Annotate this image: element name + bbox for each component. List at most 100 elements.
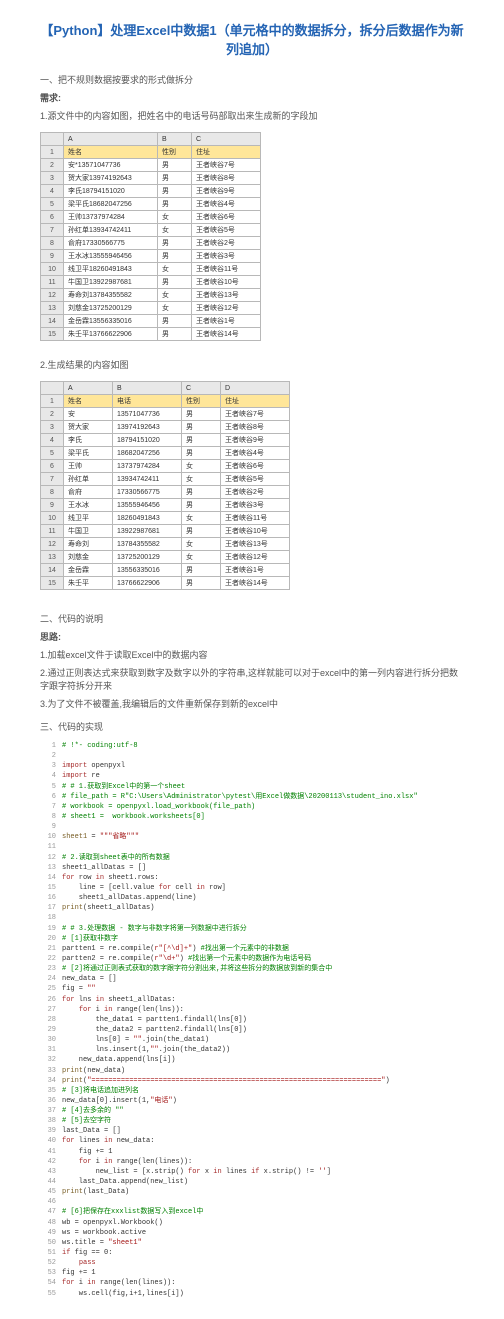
code-line: 17print(sheet1_allDatas) xyxy=(40,903,464,913)
code-line: 31 lns.insert(1,"".join(the_data2)) xyxy=(40,1045,464,1055)
table-cell: 王者峡谷7号 xyxy=(221,408,290,421)
code-line: 49ws = workbook.active xyxy=(40,1228,464,1238)
code-line: 43 new_list = [x.strip() for x in lines … xyxy=(40,1167,464,1177)
table-cell: 王者峡谷3号 xyxy=(192,250,261,263)
table-cell: 王水冰 xyxy=(64,499,113,512)
table-cell: 男 xyxy=(182,447,221,460)
code-line: 22partten2 = re.compile(r"\d+") #找出第一个元素… xyxy=(40,954,464,964)
req-p1: 1.源文件中的内容如图，把姓名中的电话号码部取出来生成新的字段加 xyxy=(40,109,464,122)
table-cell: 王者峡谷8号 xyxy=(221,421,290,434)
table-cell: 王水冰13555946456 xyxy=(64,250,158,263)
table-cell: 王者峡谷6号 xyxy=(192,211,261,224)
table-cell: 男 xyxy=(182,408,221,421)
row-number: 3 xyxy=(41,421,64,434)
code-line: 46 xyxy=(40,1197,464,1207)
table-cell: 王者峡谷4号 xyxy=(221,447,290,460)
table-cell: 王者峡谷9号 xyxy=(221,434,290,447)
table-cell: 孙红单13934742411 xyxy=(64,224,158,237)
table-cell: 性别 xyxy=(158,146,192,159)
row-number: 2 xyxy=(41,408,64,421)
table-header: A xyxy=(64,133,158,146)
table-cell: 女 xyxy=(158,263,192,276)
table-cell: 电话 xyxy=(113,395,182,408)
row-number: 5 xyxy=(41,198,64,211)
code-line: 25fig = "" xyxy=(40,984,464,994)
table-cell: 李氏 xyxy=(64,434,113,447)
table-cell: 13784355582 xyxy=(113,538,182,551)
table-cell: 13974192643 xyxy=(113,421,182,434)
row-number: 15 xyxy=(41,577,64,590)
row-number: 3 xyxy=(41,172,64,185)
table-cell: 男 xyxy=(158,237,192,250)
table-cell: 女 xyxy=(158,302,192,315)
table-cell: 男 xyxy=(158,328,192,341)
table-cell: 18682047256 xyxy=(113,447,182,460)
code-line: 28 the_data1 = partten1.findall(lns[0]) xyxy=(40,1015,464,1025)
table-cell: 王者峡谷12号 xyxy=(221,551,290,564)
table-cell: 13725200129 xyxy=(113,551,182,564)
table-cell: 13555946456 xyxy=(113,499,182,512)
row-number: 11 xyxy=(41,276,64,289)
row-number: 12 xyxy=(41,289,64,302)
table-cell: 女 xyxy=(182,538,221,551)
row-number: 5 xyxy=(41,447,64,460)
row-number: 2 xyxy=(41,159,64,172)
table-cell: 贺大家13974192643 xyxy=(64,172,158,185)
row-number: 10 xyxy=(41,512,64,525)
table-cell: 朱壬平 xyxy=(64,577,113,590)
code-line: 42 for i in range(len(lines)): xyxy=(40,1157,464,1167)
code-line: 13sheet1_allDatas = [] xyxy=(40,863,464,873)
code-line: 18 xyxy=(40,913,464,923)
table-cell: 住址 xyxy=(192,146,261,159)
code-line: 6# file_path = R"C:\Users\Administrator\… xyxy=(40,792,464,802)
table-cell: 王者峡谷1号 xyxy=(221,564,290,577)
code-line: 52 pass xyxy=(40,1258,464,1268)
table-cell: 男 xyxy=(158,250,192,263)
table-cell: 13934742411 xyxy=(113,473,182,486)
row-number: 4 xyxy=(41,434,64,447)
table-cell: 王者峡谷10号 xyxy=(221,525,290,538)
table-cell: 男 xyxy=(182,525,221,538)
table-cell: 王者峡谷12号 xyxy=(192,302,261,315)
table-cell: 王者峡谷9号 xyxy=(192,185,261,198)
section-1: 一、把不规则数据按要求的形式做拆分 xyxy=(40,73,464,86)
table-cell: 刘慈金13725200129 xyxy=(64,302,158,315)
row-number: 8 xyxy=(41,486,64,499)
code-line: 33print(new_data) xyxy=(40,1066,464,1076)
req-p2: 2.生成结果的内容如图 xyxy=(40,358,464,371)
table-cell: 王者峡谷4号 xyxy=(192,198,261,211)
idea-3: 3.为了文件不被覆盖,我编辑后的文件重新保存到新的excel中 xyxy=(40,697,464,710)
table-header: B xyxy=(158,133,192,146)
table-cell: 线卫平 xyxy=(64,512,113,525)
code-line: 1# !*- coding:utf-8 xyxy=(40,741,464,751)
table-cell: 13766622906 xyxy=(113,577,182,590)
table-cell: 线卫平18260491843 xyxy=(64,263,158,276)
idea-label: 思路: xyxy=(40,630,464,643)
table-cell: 王者峡谷6号 xyxy=(221,460,290,473)
table-cell: 男 xyxy=(182,564,221,577)
code-line: 11 xyxy=(40,842,464,852)
code-line: 50ws.title = "sheet1" xyxy=(40,1238,464,1248)
table-cell: 男 xyxy=(158,315,192,328)
code-line: 48wb = openpyxl.Workbook() xyxy=(40,1218,464,1228)
row-number: 13 xyxy=(41,302,64,315)
table-before: ABC1姓名性别住址2安*13571047736男王者峡谷7号3贺大家13974… xyxy=(40,132,261,341)
table-cell: 性别 xyxy=(182,395,221,408)
row-number: 1 xyxy=(41,395,64,408)
code-line: 2 xyxy=(40,751,464,761)
table-cell: 王者峡谷14号 xyxy=(221,577,290,590)
code-line: 23# [2]将通过正则表式获取的数字跟字符分割出来,并将这些拆分的数据放到新的… xyxy=(40,964,464,974)
table-cell: 男 xyxy=(182,486,221,499)
table-cell: 17330566775 xyxy=(113,486,182,499)
table-cell: 牛国卫13922987681 xyxy=(64,276,158,289)
table-cell: 18260491843 xyxy=(113,512,182,525)
table-cell: 王者峡谷1号 xyxy=(192,315,261,328)
table-cell: 朱壬平13766622906 xyxy=(64,328,158,341)
table-cell: 金岳霖13556335016 xyxy=(64,315,158,328)
row-number: 12 xyxy=(41,538,64,551)
row-number: 4 xyxy=(41,185,64,198)
code-line: 4import re xyxy=(40,771,464,781)
table-cell: 孙红单 xyxy=(64,473,113,486)
code-line: 24new_data = [] xyxy=(40,974,464,984)
table-cell: 王者峡谷5号 xyxy=(221,473,290,486)
